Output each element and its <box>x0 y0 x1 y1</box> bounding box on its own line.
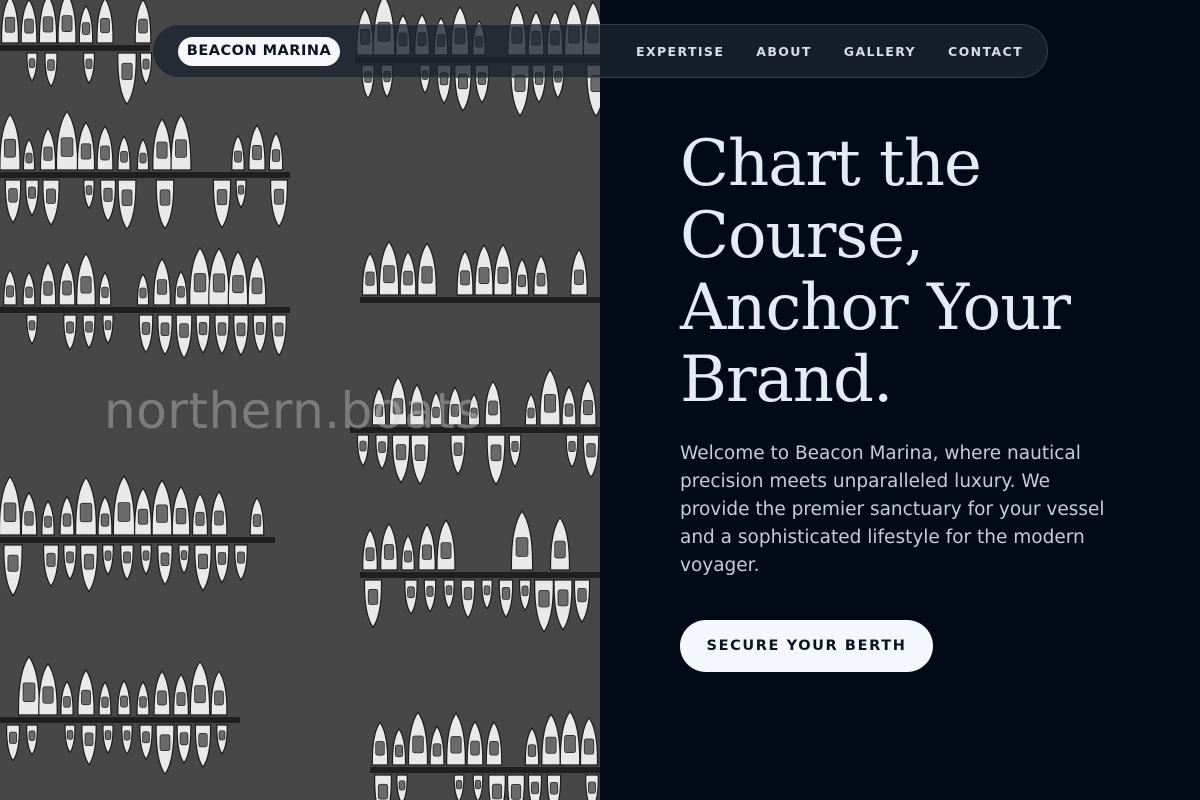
dock-pier <box>370 767 600 773</box>
marina-illustration <box>0 0 600 800</box>
hero-title-line: Anchor Your <box>680 271 1071 345</box>
nav-link-gallery[interactable]: GALLERY <box>844 44 916 59</box>
boat-shape <box>488 774 506 800</box>
boat-shape <box>585 774 599 800</box>
boat-shape <box>506 774 526 800</box>
dock-pier <box>0 172 290 178</box>
dock-pier <box>360 297 600 303</box>
nav-link-contact[interactable]: CONTACT <box>948 44 1023 59</box>
boat-shape <box>57 0 77 44</box>
boat-shape <box>374 774 392 800</box>
dock-pier <box>360 572 600 578</box>
hero-description: Welcome to Beacon Marina, where nautical… <box>680 443 1105 576</box>
marina-aerial-photo: northern.boats <box>0 0 600 800</box>
hero-title-line: Chart the <box>680 127 982 201</box>
dock-pier <box>0 717 240 723</box>
hero-title: Chart the Course, Anchor Your Brand. <box>680 128 1160 416</box>
boat-shape <box>546 774 562 800</box>
nav-link-expertise[interactable]: EXPERTISE <box>636 44 724 59</box>
boat-shape <box>396 774 408 800</box>
boat-shape <box>527 774 543 800</box>
secure-berth-button[interactable]: SECURE YOUR BERTH <box>680 620 933 672</box>
dock-pier <box>0 45 150 51</box>
hero-title-line: Course, <box>680 199 924 273</box>
nav-links: EXPERTISE ABOUT GALLERY CONTACT <box>636 25 1023 77</box>
hero-title-line: Brand. <box>680 343 893 417</box>
nav-link-about[interactable]: ABOUT <box>756 44 812 59</box>
dock-pier <box>0 307 290 313</box>
brand-logo[interactable]: BEACON MARINA <box>178 37 340 66</box>
hero-section: Chart the Course, Anchor Your Brand. Wel… <box>600 0 1200 800</box>
top-navigation: BEACON MARINA EXPERTISE ABOUT GALLERY CO… <box>152 24 1048 78</box>
dock-pier <box>0 537 275 543</box>
dock-pier <box>350 427 600 433</box>
